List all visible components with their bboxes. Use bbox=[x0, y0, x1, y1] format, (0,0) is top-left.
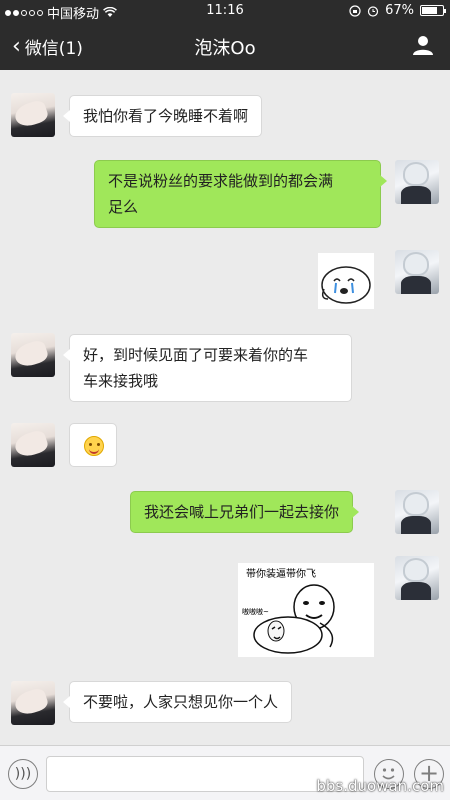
my-avatar[interactable] bbox=[395, 556, 439, 600]
voice-input-button[interactable]: ))) bbox=[8, 759, 38, 789]
rotation-lock-icon bbox=[349, 4, 361, 17]
outgoing-message[interactable]: 我还会喊上兄弟们一起去接你 bbox=[130, 491, 360, 533]
crying-bun-icon bbox=[321, 266, 371, 304]
message-line: 好，到时候见面了可要来着你的车 bbox=[83, 346, 309, 364]
incoming-message[interactable]: 好，到时候见面了可要来着你的车 车来接我哦 bbox=[63, 334, 352, 402]
crying-bun-sticker[interactable] bbox=[318, 253, 374, 309]
meme-face-icon bbox=[253, 584, 335, 654]
alarm-icon bbox=[367, 5, 379, 17]
message-text: 我还会喊上兄弟们一起去接你 bbox=[144, 503, 340, 521]
contact-avatar[interactable] bbox=[11, 423, 55, 467]
voice-icon: ))) bbox=[14, 766, 32, 782]
incoming-message[interactable]: 我怕你看了今晚睡不着啊 bbox=[62, 95, 263, 137]
message-text: 不要啦，人家只想见你一个人 bbox=[83, 693, 279, 711]
message-line: 车来接我哦 bbox=[83, 372, 159, 390]
smile-emoji-icon bbox=[84, 436, 104, 456]
my-avatar[interactable] bbox=[395, 250, 439, 294]
chat-title: 泡沫Oo bbox=[194, 38, 256, 59]
my-avatar[interactable] bbox=[395, 160, 439, 204]
smile-emoji-message[interactable] bbox=[69, 423, 117, 467]
battery-percent: 67% bbox=[385, 3, 414, 18]
watermark: bbs.duowan.com bbox=[316, 777, 444, 795]
status-bar: 中国移动 11:16 67% bbox=[0, 0, 450, 22]
battery-icon bbox=[420, 5, 446, 16]
my-avatar[interactable] bbox=[395, 490, 439, 534]
message-line: 不是说粉丝的要求能做到的都会满 bbox=[108, 172, 334, 190]
contact-avatar[interactable] bbox=[11, 681, 55, 725]
contact-avatar[interactable] bbox=[11, 93, 55, 137]
message-text: 我怕你看了今晚睡不着啊 bbox=[83, 107, 249, 125]
contact-profile-icon[interactable] bbox=[412, 34, 434, 56]
message-line: 足么 bbox=[108, 198, 139, 216]
contact-avatar[interactable] bbox=[11, 333, 55, 377]
nav-bar: ‹ 微信(1) 泡沫Oo bbox=[0, 22, 450, 70]
incoming-message[interactable]: 不要啦，人家只想见你一个人 bbox=[62, 681, 293, 723]
outgoing-message[interactable]: 不是说粉丝的要求能做到的都会满 足么 bbox=[94, 160, 387, 228]
meme-sticker[interactable]: 带你装逼带你飞 嗷嗷嗷~ bbox=[238, 563, 374, 657]
